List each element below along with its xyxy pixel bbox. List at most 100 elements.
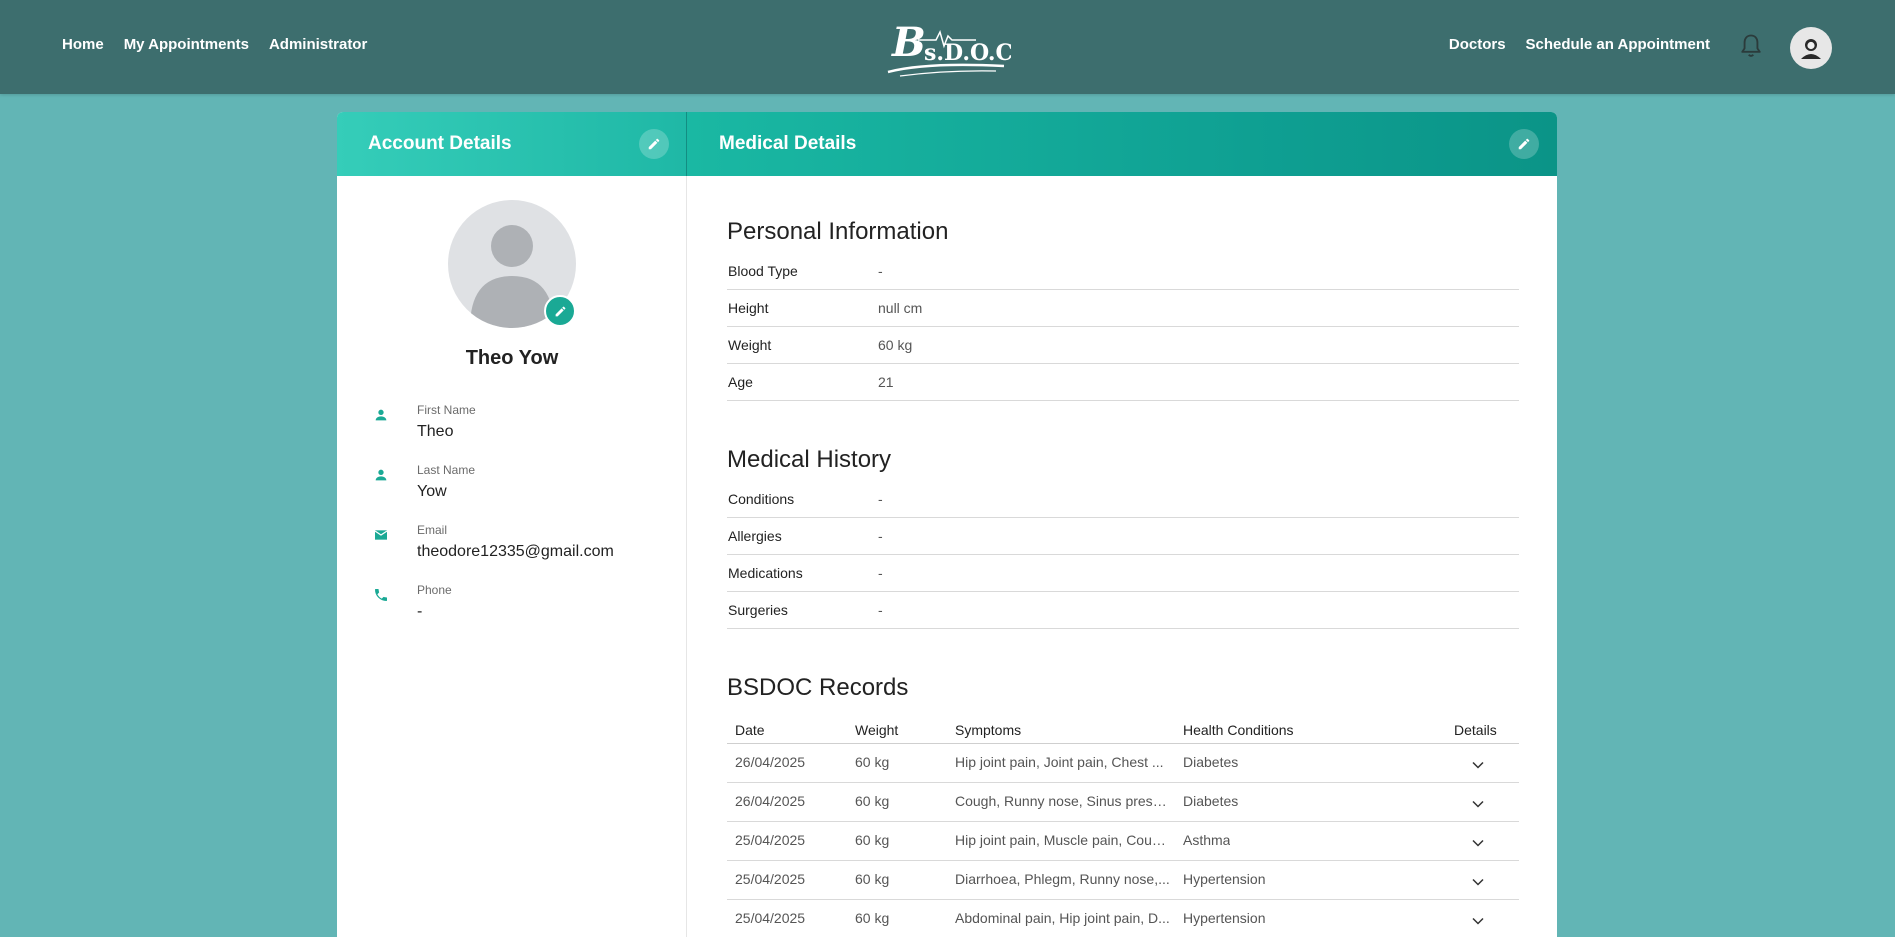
svg-text:s.D.O.C: s.D.O.C	[924, 40, 1011, 66]
nav-my-appointments-link[interactable]: My Appointments	[124, 36, 249, 53]
account-details-title: Account Details	[368, 133, 512, 154]
edit-profile-picture-button[interactable]	[544, 295, 576, 327]
surgeries-value: -	[878, 602, 883, 618]
top-navbar: Home My Appointments Administrator B s.D…	[0, 0, 1895, 94]
medications-value: -	[878, 565, 883, 581]
svg-text:B: B	[891, 19, 926, 66]
surgeries-row: Surgeries -	[727, 592, 1519, 629]
record-symptoms: Cough, Runny nose, Sinus press...	[955, 793, 1170, 809]
chevron-down-icon[interactable]	[1471, 914, 1485, 928]
profile-full-name: Theo Yow	[465, 347, 559, 369]
last-name-value: Yow	[417, 483, 447, 500]
phone-label: Phone	[417, 583, 452, 597]
col-details-header: Details	[1454, 722, 1497, 738]
first-name-label: First Name	[417, 403, 476, 417]
record-weight: 60 kg	[855, 871, 890, 887]
record-symptoms: Hip joint pain, Joint pain, Chest ...	[955, 754, 1164, 770]
record-health-conditions: Hypertension	[1183, 910, 1266, 926]
phone-value: -	[417, 603, 423, 620]
blood-type-label: Blood Type	[728, 263, 798, 279]
nav-schedule-appointment-link[interactable]: Schedule an Appointment	[1526, 36, 1710, 53]
profile-card: Account Details Theo Yow First Name Theo…	[337, 112, 1557, 937]
bsdoc-logo[interactable]: B s.D.O.C	[886, 18, 1011, 80]
conditions-value: -	[878, 491, 883, 507]
nav-home-link[interactable]: Home	[62, 36, 104, 53]
last-name-label: Last Name	[417, 463, 476, 477]
age-value: 21	[878, 374, 894, 390]
record-health-conditions: Asthma	[1183, 832, 1231, 848]
col-health-conditions-header: Health Conditions	[1183, 722, 1294, 738]
blood-type-value: -	[878, 263, 883, 279]
nav-right: Doctors Schedule an Appointment	[1449, 36, 1710, 53]
medications-label: Medications	[728, 565, 803, 581]
record-health-conditions: Hypertension	[1183, 871, 1266, 887]
email-value: theodore12335@gmail.com	[417, 543, 614, 560]
pencil-icon	[1518, 138, 1530, 150]
weight-row: Weight 60 kg	[727, 327, 1519, 364]
col-date-header: Date	[735, 722, 765, 738]
allergies-label: Allergies	[728, 528, 782, 544]
chevron-down-icon[interactable]	[1471, 758, 1485, 772]
nav-left: Home My Appointments Administrator	[62, 36, 367, 53]
height-value: null cm	[878, 300, 923, 316]
personal-information-title: Personal Information	[727, 218, 949, 245]
edit-account-button[interactable]	[639, 129, 669, 159]
record-symptoms: Diarrhoea, Phlegm, Runny nose,...	[955, 871, 1170, 887]
account-details-panel: Account Details Theo Yow First Name Theo…	[337, 112, 687, 937]
record-date: 26/04/2025	[735, 793, 806, 809]
record-date: 25/04/2025	[735, 871, 806, 887]
person-icon	[375, 409, 387, 421]
nav-administrator-link[interactable]: Administrator	[269, 36, 367, 53]
blood-type-row: Blood Type -	[727, 253, 1519, 290]
medications-row: Medications -	[727, 555, 1519, 592]
col-weight-header: Weight	[855, 722, 899, 738]
medical-history-title: Medical History	[727, 446, 892, 473]
user-avatar-button[interactable]	[1790, 27, 1832, 69]
weight-value: 60 kg	[878, 337, 913, 353]
medical-details-header: Medical Details	[687, 112, 1557, 176]
person-icon	[375, 469, 387, 481]
record-health-conditions: Diabetes	[1183, 793, 1239, 809]
col-symptoms-header: Symptoms	[955, 722, 1022, 738]
record-symptoms: Abdominal pain, Hip joint pain, D...	[955, 910, 1170, 926]
record-weight: 60 kg	[855, 832, 890, 848]
surgeries-label: Surgeries	[728, 602, 788, 618]
weight-label: Weight	[728, 337, 772, 353]
table-row: 25/04/2025 60 kg Abdominal pain, Hip joi…	[727, 900, 1519, 937]
email-icon	[374, 530, 388, 540]
bsdoc-records-title: BSDOC Records	[727, 674, 909, 701]
user-avatar-icon	[1801, 39, 1821, 59]
first-name-value: Theo	[417, 423, 454, 440]
record-weight: 60 kg	[855, 793, 890, 809]
chevron-down-icon[interactable]	[1471, 875, 1485, 889]
phone-icon	[375, 589, 387, 601]
height-row: Height null cm	[727, 290, 1519, 327]
record-symptoms: Hip joint pain, Muscle pain, Coug...	[955, 832, 1170, 848]
record-health-conditions: Diabetes	[1183, 754, 1239, 770]
table-row: 26/04/2025 60 kg Cough, Runny nose, Sinu…	[727, 783, 1519, 822]
pencil-icon	[648, 138, 660, 150]
conditions-label: Conditions	[728, 491, 795, 507]
pencil-icon	[555, 306, 565, 316]
nav-doctors-link[interactable]: Doctors	[1449, 36, 1506, 53]
age-label: Age	[728, 374, 753, 390]
medical-details-title: Medical Details	[719, 133, 857, 154]
record-date: 25/04/2025	[735, 910, 806, 926]
table-row: 25/04/2025 60 kg Hip joint pain, Muscle …	[727, 822, 1519, 861]
chevron-down-icon[interactable]	[1471, 836, 1485, 850]
email-label: Email	[417, 523, 448, 537]
account-details-header: Account Details	[337, 112, 687, 176]
table-row: 25/04/2025 60 kg Diarrhoea, Phlegm, Runn…	[727, 861, 1519, 900]
edit-medical-button[interactable]	[1509, 129, 1539, 159]
notification-bell-icon[interactable]	[1737, 32, 1765, 60]
record-date: 26/04/2025	[735, 754, 806, 770]
table-row: 26/04/2025 60 kg Hip joint pain, Joint p…	[727, 744, 1519, 783]
record-date: 25/04/2025	[735, 832, 806, 848]
record-weight: 60 kg	[855, 910, 890, 926]
allergies-row: Allergies -	[727, 518, 1519, 555]
allergies-value: -	[878, 528, 883, 544]
chevron-down-icon[interactable]	[1471, 797, 1485, 811]
conditions-row: Conditions -	[727, 481, 1519, 518]
record-weight: 60 kg	[855, 754, 890, 770]
height-label: Height	[728, 300, 769, 316]
